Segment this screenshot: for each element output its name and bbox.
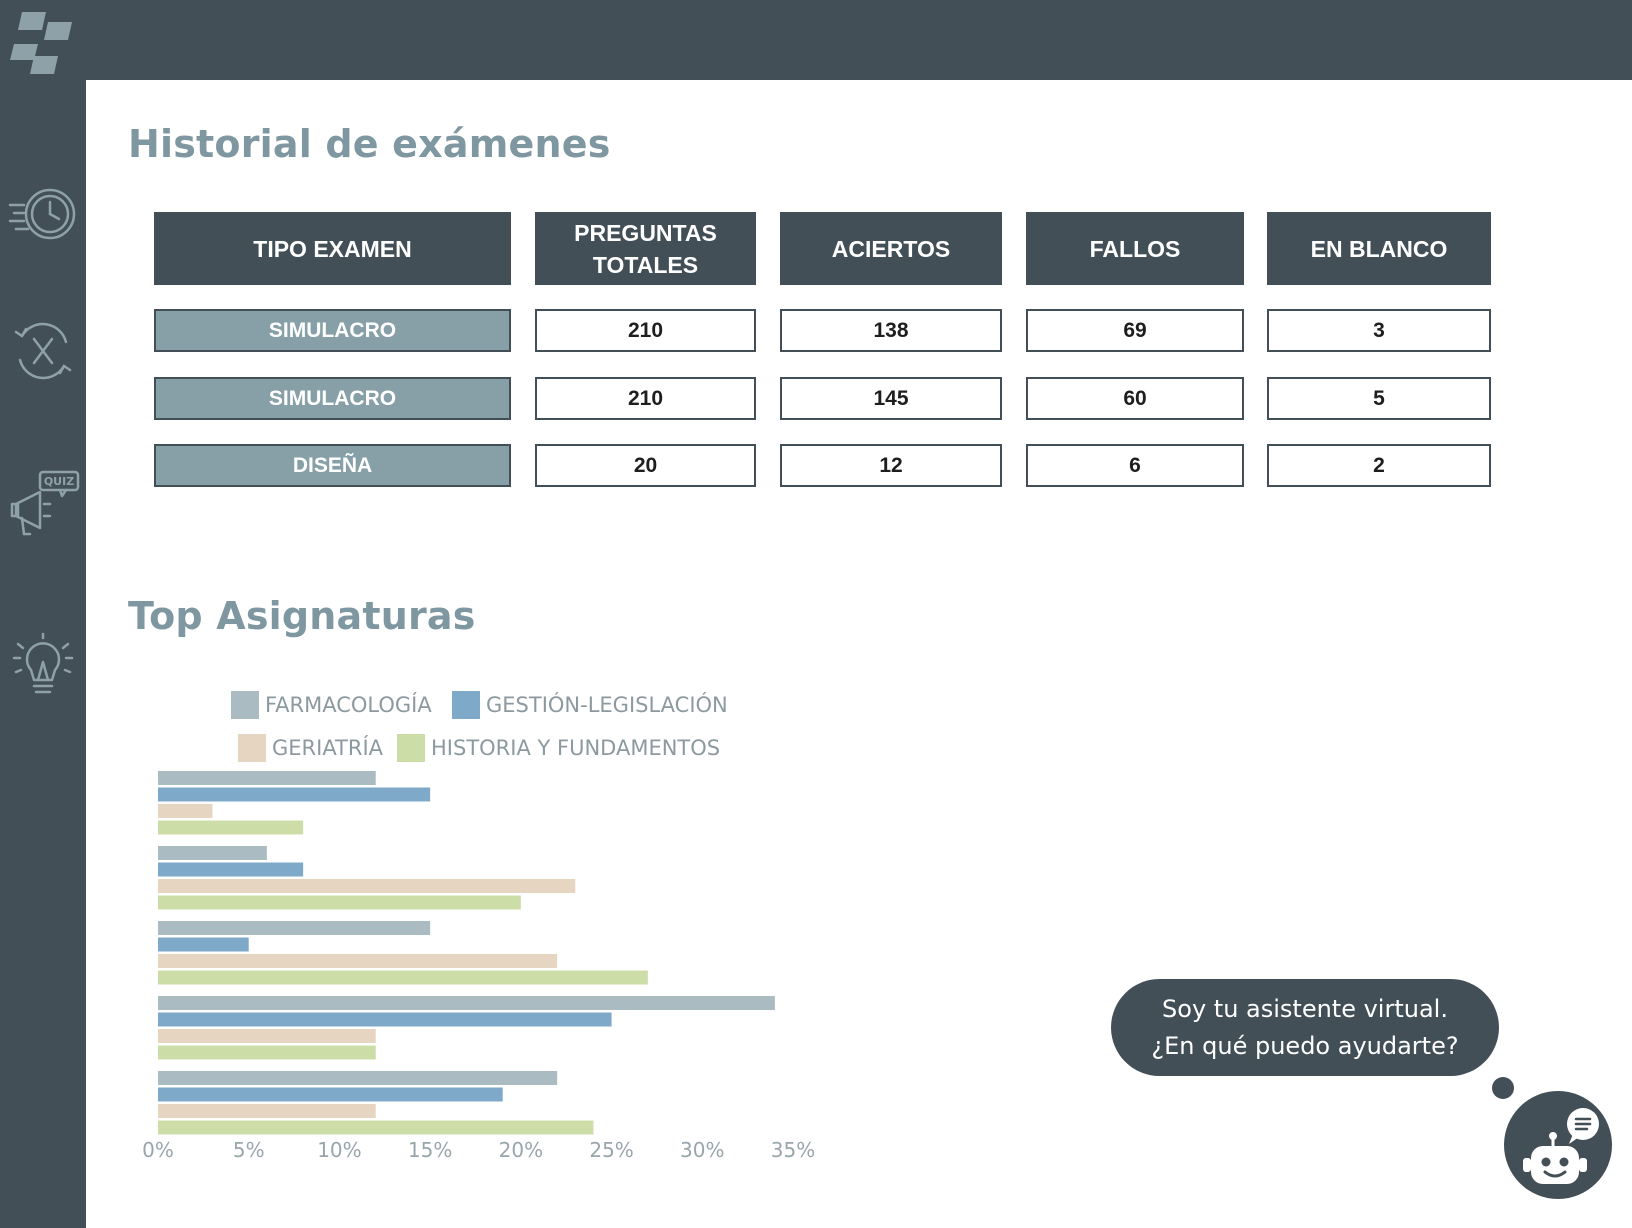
header-en-blanco: EN BLANCO: [1267, 212, 1491, 285]
row-1-tipo[interactable]: SIMULACRO: [154, 309, 511, 352]
legend-swatch-gestion: [452, 691, 480, 719]
bar-4-series-4: [158, 1045, 376, 1060]
row-1-en-blanco: 3: [1267, 309, 1491, 352]
failed-retry-icon[interactable]: [4, 312, 82, 390]
bar-5-series-3: [158, 1104, 376, 1118]
bar-4-series-2: [158, 1012, 612, 1027]
legend-label-historia: HISTORIA Y FUNDAMENTOS: [431, 736, 721, 760]
bar-4-series-3: [158, 1029, 376, 1043]
bar-2-series-4: [158, 895, 521, 910]
bar-1-series-4: [158, 820, 304, 835]
bar-5-series-4: [158, 1120, 594, 1135]
bar-2-series-1: [158, 846, 267, 860]
top-bar: [0, 0, 1632, 80]
legend-historia-fundamentos[interactable]: HISTORIA Y FUNDAMENTOS: [397, 733, 720, 763]
legend-geriatria[interactable]: GERIATRÍA: [238, 733, 383, 763]
brand-logo-icon[interactable]: [8, 10, 74, 76]
lightbulb-idea-icon[interactable]: [4, 628, 82, 706]
bar-1-series-2: [158, 787, 431, 802]
assistant-line-2: ¿En qué puedo ayudarte?: [1151, 1031, 1459, 1060]
bar-3-series-3: [158, 954, 558, 968]
legend-farmacologia[interactable]: FARMACOLOGÍA: [231, 690, 432, 720]
bar-3-series-4: [158, 970, 648, 985]
legend-label-farmacologia: FARMACOLOGÍA: [265, 693, 432, 717]
legend-swatch-geriatria: [238, 734, 266, 762]
x-tick-label: 30%: [680, 1138, 724, 1162]
header-tipo-examen: TIPO EXAMEN: [154, 212, 511, 285]
bar-3-series-1: [158, 921, 431, 935]
bar-2-series-2: [158, 862, 304, 877]
x-tick-label: 35%: [771, 1138, 815, 1162]
row-2-preguntas: 210: [535, 377, 756, 420]
row-3-fallos: 6: [1026, 444, 1244, 487]
row-3-preguntas: 20: [535, 444, 756, 487]
top-subjects-title: Top Asignaturas: [128, 594, 476, 638]
bar-4-series-1: [158, 996, 775, 1010]
legend-swatch-farmacologia: [231, 691, 259, 719]
bar-3-series-2: [158, 937, 249, 952]
x-tick-label: 0%: [142, 1138, 174, 1162]
assistant-bubble[interactable]: Soy tu asistente virtual. ¿En qué puedo …: [1111, 979, 1499, 1076]
quiz-badge-label: QUIZ: [44, 475, 74, 488]
row-2-aciertos: 145: [780, 377, 1002, 420]
header-preguntas-totales: PREGUNTAS TOTALES: [535, 212, 756, 285]
bar-5-series-2: [158, 1087, 503, 1102]
bar-5-series-1: [158, 1071, 558, 1085]
x-tick-label: 20%: [499, 1138, 543, 1162]
bar-2-series-3: [158, 879, 576, 893]
top-subjects-chart: 0% 5% 10% 15% 20% 25% 30% 35%: [142, 771, 815, 1162]
quiz-megaphone-icon[interactable]: QUIZ: [4, 470, 82, 548]
robot-assistant-icon[interactable]: [1503, 1090, 1613, 1200]
history-title: Historial de exámenes: [128, 122, 611, 166]
row-3-tipo[interactable]: DISEÑA: [154, 444, 511, 487]
row-2-en-blanco: 5: [1267, 377, 1491, 420]
legend-swatch-historia: [397, 734, 425, 762]
x-tick-label: 25%: [589, 1138, 633, 1162]
row-1-fallos: 69: [1026, 309, 1244, 352]
clock-speed-icon[interactable]: [4, 175, 82, 253]
bar-1-series-1: [158, 771, 376, 785]
row-3-aciertos: 12: [780, 444, 1002, 487]
row-2-tipo[interactable]: SIMULACRO: [154, 377, 511, 420]
sidebar: QUIZ: [0, 0, 86, 1228]
row-1-aciertos: 138: [780, 309, 1002, 352]
row-3-en-blanco: 2: [1267, 444, 1491, 487]
bar-1-series-3: [158, 804, 213, 818]
header-aciertos: ACIERTOS: [780, 212, 1002, 285]
x-tick-label: 10%: [317, 1138, 361, 1162]
legend-label-gestion: GESTIÓN-LEGISLACIÓN: [486, 693, 728, 717]
header-preguntas-line1: PREGUNTAS: [574, 219, 717, 246]
x-tick-label: 5%: [233, 1138, 265, 1162]
assistant-line-1: Soy tu asistente virtual.: [1162, 994, 1448, 1023]
legend-gestion-legislacion[interactable]: GESTIÓN-LEGISLACIÓN: [452, 690, 728, 720]
row-1-preguntas: 210: [535, 309, 756, 352]
x-tick-label: 15%: [408, 1138, 452, 1162]
header-preguntas-line2: TOTALES: [592, 251, 699, 278]
header-fallos: FALLOS: [1026, 212, 1244, 285]
legend-label-geriatria: GERIATRÍA: [272, 736, 384, 760]
row-2-fallos: 60: [1026, 377, 1244, 420]
